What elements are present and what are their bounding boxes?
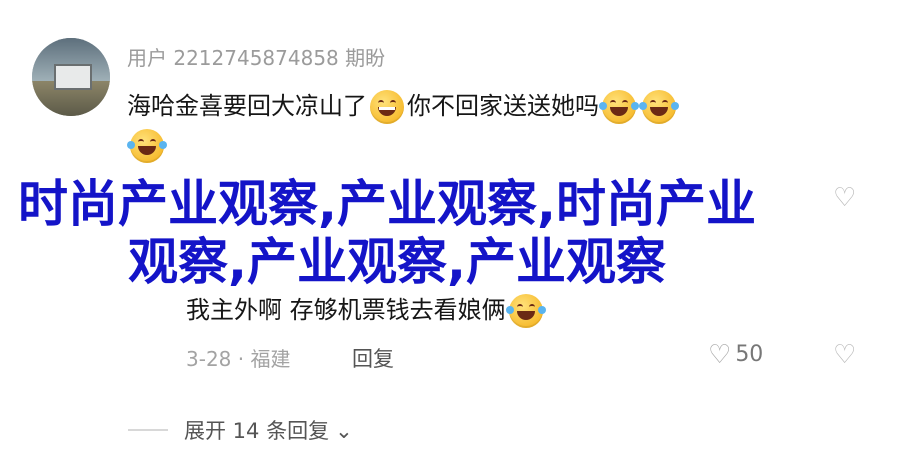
overlay-line2: 观察,产业观察,产业观察	[128, 233, 666, 291]
comment-text-part1: 海哈金喜要回大凉山了	[127, 92, 367, 120]
tears-of-joy-emoji-icon	[127, 129, 167, 163]
tears-of-joy-emoji-icon	[639, 90, 679, 124]
tears-of-joy-emoji-icon	[599, 90, 639, 124]
divider	[128, 429, 168, 431]
like-count: 50	[735, 342, 764, 367]
reply-text: 我主外啊 存够机票钱去看娘俩	[186, 290, 546, 328]
comment-text-part2: 你不回家送送她吗	[407, 92, 599, 120]
grinning-emoji-icon	[370, 90, 404, 124]
like-button[interactable]: ♡ 50	[708, 340, 763, 370]
reply-text-content: 我主外啊 存够机票钱去看娘俩	[186, 296, 506, 324]
dislike-icon[interactable]: ♡	[833, 183, 856, 213]
reply-button[interactable]: 回复	[352, 343, 394, 373]
avatar[interactable]	[32, 38, 110, 116]
overlay-line1: 时尚产业观察,产业观察,时尚产业	[18, 175, 756, 233]
comment-text: 海哈金喜要回大凉山了 你不回家送送她吗	[127, 86, 679, 124]
tears-of-joy-emoji-icon	[505, 294, 546, 328]
broken-heart-icon[interactable]: ♡	[833, 340, 856, 370]
expand-replies-label: 展开 14 条回复	[184, 419, 330, 443]
reply-date-location: 3-28 · 福建	[186, 347, 291, 371]
expand-replies-button[interactable]: 展开 14 条回复 ⌄	[184, 415, 353, 445]
comment-text-line2	[127, 129, 167, 163]
chevron-down-icon: ⌄	[335, 419, 353, 443]
heart-outline-icon: ♡	[708, 340, 732, 370]
username[interactable]: 用户 2212745874858 期盼	[127, 42, 385, 71]
watermark-overlay: 时尚产业观察,产业观察,时尚产业 观察,产业观察,产业观察	[18, 175, 818, 291]
avatar-sign	[54, 64, 92, 90]
